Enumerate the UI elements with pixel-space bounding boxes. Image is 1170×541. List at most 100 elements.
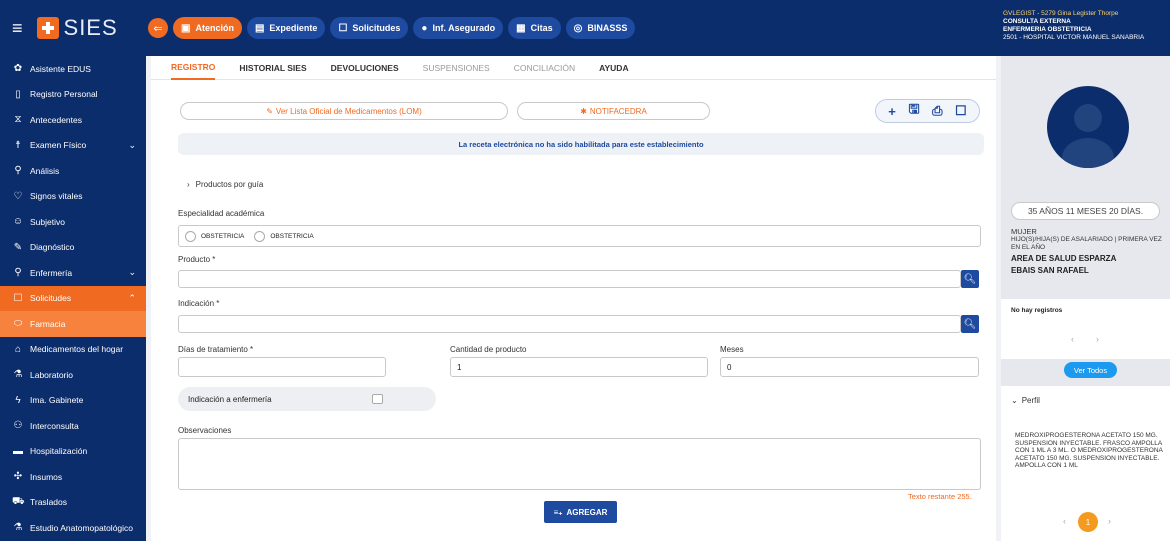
nav-label: Citas — [530, 23, 553, 33]
search-icon: 🔍︎ — [963, 318, 977, 330]
prev-page-icon[interactable]: ‹ — [1071, 334, 1074, 344]
sidebar-item-signos-vitales[interactable]: ♡ Signos vitales — [0, 184, 146, 210]
person-silhouette-icon — [1062, 104, 1114, 168]
indicacion-input[interactable] — [178, 315, 961, 333]
sidebar-item-examen-fisico[interactable]: ☨ Examen Físico ⌄ — [0, 133, 146, 159]
sidebar-item-asistente-edus[interactable]: ✿ Asistente EDUS — [0, 56, 146, 82]
bed-icon: ▬ — [13, 445, 23, 457]
sidebar-item-subjetivo[interactable]: ☺ Subjetivo — [0, 209, 146, 235]
notifacedra-button[interactable]: ✱ NOTIFACEDRA — [517, 102, 710, 120]
save-icon[interactable]: 🖫 — [908, 100, 919, 122]
sidebar-item-laboratorio[interactable]: ⚗ Laboratorio — [0, 362, 146, 388]
next-page-icon[interactable]: › — [1096, 334, 1099, 344]
tab-conciliacion[interactable]: CONCILIACIÓN — [514, 56, 575, 80]
assistant-icon: ✿ — [13, 63, 23, 75]
supplies-icon: ✣ — [13, 471, 23, 483]
ver-todos-button[interactable]: Ver Todos — [1064, 362, 1117, 378]
dias-input[interactable] — [178, 357, 386, 377]
main-panel: REGISTRO HISTORIAL SIES DEVOLUCIONES SUSPEN… — [151, 56, 996, 541]
search-producto-button[interactable]: 🔍︎ — [961, 270, 979, 288]
tab-registro[interactable]: REGISTRO — [171, 56, 216, 80]
add-icon[interactable]: + — [888, 104, 896, 119]
tab-devoluciones[interactable]: DEVOLUCIONES — [331, 56, 399, 80]
user-name: GVLEGIST - 5279 Gina Legister Thorpe — [1003, 10, 1119, 17]
sidebar-item-ima-gabinete[interactable]: ϟ Ima. Gabinete — [0, 388, 146, 414]
sidebar-item-estudio-anatomopatologico[interactable]: ⚗ Estudio Anatomopatológico — [0, 515, 146, 541]
nav-atencion-button[interactable]: ▣ Atención — [173, 17, 242, 39]
tab-historial-sies[interactable]: HISTORIAL SIES — [239, 56, 306, 80]
radio-obstetricia-1[interactable] — [185, 230, 196, 242]
sidebar-item-diagnostico[interactable]: ✎ Diagnóstico — [0, 235, 146, 261]
sidebar-item-label: Signos vitales — [30, 191, 83, 202]
prev-page-icon[interactable]: ‹ — [1063, 516, 1066, 526]
face-icon: ☺ — [12, 216, 24, 228]
nav-inf-asegurado-button[interactable]: ● Inf. Asegurado — [413, 17, 504, 39]
sidebar-item-traslados[interactable]: ⛟ Traslados — [0, 490, 146, 516]
agregar-button[interactable]: ≡₊ AGREGAR — [544, 501, 617, 523]
sidebar-item-farmacia[interactable]: ⬭ Farmacia — [0, 311, 146, 337]
nav-binasss-button[interactable]: ◎ BINASSS — [565, 17, 636, 39]
sidebar-item-label: Insumos — [30, 471, 63, 482]
user-specialty: ENFERMERIA OBSTETRICIA — [1003, 26, 1092, 33]
page-number-button[interactable]: 1 — [1078, 512, 1098, 532]
meses-input[interactable]: 0 — [720, 357, 979, 377]
tab-suspensiones[interactable]: SUSPENSIONES — [423, 56, 490, 80]
hamburger-menu-icon[interactable]: ≡ — [12, 18, 23, 39]
sidebar-item-hospitalizacion[interactable]: ▬ Hospitalización — [0, 439, 146, 465]
sidebar-item-label: Análisis — [30, 165, 60, 176]
calendar-icon: ▦ — [516, 22, 526, 34]
cantidad-label: Cantidad de producto — [450, 345, 527, 354]
producto-input[interactable] — [178, 270, 961, 288]
tab-ayuda[interactable]: AYUDA — [599, 56, 628, 80]
sidebar-item-enfermeria[interactable]: ⚲ Enfermería ⌄ — [0, 260, 146, 286]
nav-label: Inf. Asegurado — [432, 23, 496, 33]
cantidad-input[interactable]: 1 — [450, 357, 708, 377]
sidebar-item-analisis[interactable]: ⚲ Análisis — [0, 158, 146, 184]
especialidad-options: OBSTETRICIA OBSTETRICIA — [178, 225, 981, 247]
logo-icon — [36, 17, 59, 39]
sidebar-item-medicamentos-del-hogar[interactable]: ⌂ Medicamentos del hogar — [0, 337, 146, 363]
nav-label: BINASSS — [587, 23, 628, 33]
search-indicacion-button[interactable]: 🔍︎ — [961, 315, 979, 333]
next-page-icon[interactable]: › — [1108, 516, 1111, 526]
producto-label: Producto * — [178, 255, 216, 264]
nav-solicitudes-button[interactable]: ☐ Solicitudes — [330, 17, 409, 39]
indicacion-enfermeria-checkbox[interactable] — [372, 394, 383, 404]
microscope-icon: ⚗ — [13, 522, 23, 534]
observaciones-textarea[interactable] — [178, 438, 981, 490]
radio-obstetricia-2[interactable] — [254, 230, 266, 242]
document-icon: ▯ — [15, 88, 21, 100]
clipboard-icon: ▣ — [181, 22, 191, 34]
especialidad-label: Especialidad académica — [178, 209, 265, 218]
perfil-toggle[interactable]: ⌄ Perfil — [1011, 396, 1040, 405]
sidebar-item-label: Examen Físico — [30, 140, 87, 151]
binasss-icon: ◎ — [573, 22, 583, 34]
pen-icon: ✎ — [13, 241, 23, 253]
nav-label: Expediente — [269, 23, 318, 33]
products-by-guide-toggle[interactable]: › Productos por guía — [187, 180, 263, 189]
sidebar-item-label: Medicamentos del hogar — [30, 344, 124, 355]
nav-expediente-button[interactable]: ▤ Expediente — [246, 17, 326, 39]
nav-citas-button[interactable]: ▦ Citas — [508, 17, 561, 39]
sidebar-item-insumos[interactable]: ✣ Insumos — [0, 464, 146, 490]
sidebar-item-label: Diagnóstico — [30, 242, 75, 253]
print-icon[interactable]: ⎙ — [932, 103, 942, 119]
window-icon: ☐ — [338, 22, 348, 34]
lom-button[interactable]: ✎ Ver Lista Oficial de Medicamentos (LOM) — [180, 102, 508, 120]
sidebar-item-interconsulta[interactable]: ⚇ Interconsulta — [0, 413, 146, 439]
window-icon[interactable]: ☐ — [955, 103, 967, 119]
indicacion-label: Indicación * — [178, 299, 220, 308]
patient-sex: MUJER — [1011, 227, 1037, 236]
chevron-icon: ⌄ — [128, 267, 136, 278]
meses-label: Meses — [720, 345, 744, 354]
records-box: No hay registros — [1001, 299, 1170, 359]
sidebar-item-antecedentes[interactable]: ⧖ Antecedentes — [0, 107, 146, 133]
sidebar-item-solicitudes[interactable]: ☐ Solicitudes ⌃ — [0, 285, 146, 311]
pill-icon: ✎ — [266, 106, 273, 116]
collapse-nav-icon[interactable]: ⇐ — [148, 18, 168, 38]
heart-icon: ♡ — [13, 190, 23, 202]
perfil-label: Perfil — [1021, 396, 1040, 405]
dias-label: Días de tratamiento * — [178, 345, 254, 354]
patient-age: 35 AÑOS 11 MESES 20 DÍAS. — [1011, 202, 1160, 220]
sidebar-item-registro-personal[interactable]: ▯ Registro Personal — [0, 82, 146, 108]
